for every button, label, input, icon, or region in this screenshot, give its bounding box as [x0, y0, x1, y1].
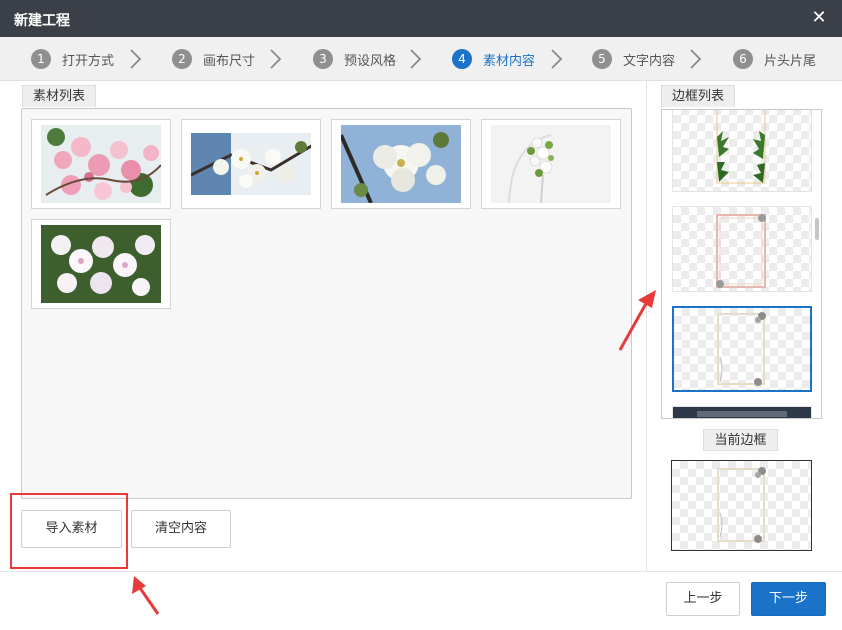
frame-item-selected[interactable]: [672, 306, 812, 392]
import-material-button[interactable]: 导入素材: [21, 510, 122, 548]
white-blossom-branch-photo: [191, 125, 311, 203]
material-list[interactable]: [21, 108, 632, 499]
chevron-right-icon: [690, 49, 702, 69]
frame-list-scrollbar[interactable]: [815, 218, 819, 240]
frame-item[interactable]: [672, 206, 812, 292]
material-thumb[interactable]: [481, 119, 621, 209]
step-number: 1: [31, 49, 51, 69]
step-label: 打开方式: [62, 53, 115, 69]
white-flower-closeup-photo: [341, 125, 461, 203]
material-thumb[interactable]: [31, 219, 171, 309]
window-title: 新建工程: [14, 13, 70, 29]
step-text-content[interactable]: 5 文字内容: [592, 48, 675, 70]
material-list-label: 素材列表: [22, 85, 97, 107]
current-frame-preview: [671, 460, 812, 551]
white-rhododendron-photo: [41, 225, 161, 303]
prev-step-button[interactable]: 上一步: [666, 582, 740, 616]
pink-floral-frame: [716, 214, 766, 288]
chevron-right-icon: [270, 49, 282, 69]
green-leaf-frame: [716, 110, 766, 184]
current-frame-label: 当前边框: [703, 429, 778, 451]
chevron-right-icon: [410, 49, 422, 69]
clear-content-button[interactable]: 清空内容: [131, 510, 231, 548]
step-intro-outro[interactable]: 6 片头片尾: [733, 48, 816, 70]
material-thumb[interactable]: [331, 119, 471, 209]
step-number: 2: [172, 49, 192, 69]
step-number: 6: [733, 49, 753, 69]
step-number: 4: [452, 49, 472, 69]
step-open-mode[interactable]: 1 打开方式: [31, 48, 114, 70]
wizard-steps: 1 打开方式 2 画布尺寸 3 预设风格 4 素材内容 5 文字内容 6 片头片…: [0, 37, 842, 81]
step-label: 片头片尾: [764, 53, 817, 69]
title-bar: 新建工程 ✕: [0, 0, 842, 37]
material-thumb[interactable]: [181, 119, 321, 209]
annotation-arrow-icon: [132, 576, 160, 615]
step-label: 素材内容: [483, 53, 536, 69]
step-preset-style[interactable]: 3 预设风格: [313, 48, 396, 70]
step-canvas-size[interactable]: 2 画布尺寸: [172, 48, 255, 70]
dark-frame: [697, 411, 787, 417]
next-step-button[interactable]: 下一步: [751, 582, 826, 616]
white-bouquet-photo: [491, 125, 611, 203]
frame-item[interactable]: [672, 110, 812, 192]
pink-blossom-photo: [41, 125, 161, 203]
chevron-right-icon: [551, 49, 563, 69]
annotation-arrow-icon: [618, 290, 656, 351]
footer-divider: [0, 571, 842, 572]
step-material-content[interactable]: 4 素材内容: [452, 48, 535, 70]
step-number: 5: [592, 49, 612, 69]
step-label: 画布尺寸: [203, 53, 256, 69]
material-thumb[interactable]: [31, 119, 171, 209]
frame-item[interactable]: [672, 406, 812, 418]
close-icon[interactable]: ✕: [808, 7, 830, 29]
step-label: 预设风格: [344, 53, 397, 69]
chevron-right-icon: [130, 49, 142, 69]
frame-list-label: 边框列表: [661, 85, 736, 107]
beige-floral-frame: [717, 467, 766, 543]
step-number: 3: [313, 49, 333, 69]
step-label: 文字内容: [623, 53, 676, 69]
beige-floral-frame: [717, 312, 766, 386]
frame-list[interactable]: [661, 109, 822, 419]
